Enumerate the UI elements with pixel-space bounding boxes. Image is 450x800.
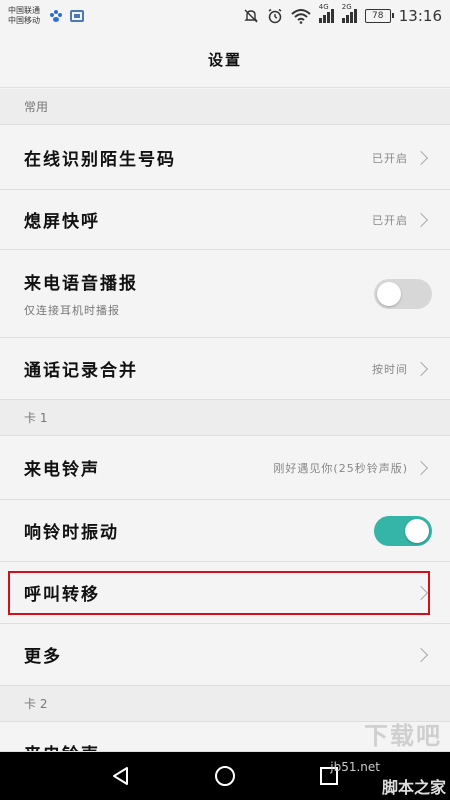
carrier-info: 中国联通 中国移动 [8, 6, 40, 26]
vibrate-toggle[interactable] [374, 515, 432, 546]
baidu-paw-icon [50, 10, 62, 22]
row-subtitle: 仅连接耳机时播报 [24, 304, 120, 317]
row-value: 已开启 [372, 213, 408, 227]
row-ringtone[interactable]: 来电铃声 刚好遇见你(25秒铃声版) [0, 436, 450, 500]
row-label: 更多 [24, 647, 62, 667]
chevron-right-icon [413, 647, 429, 662]
net-type-2: 2G [341, 3, 352, 11]
row-value: 刚好遇见你(25秒铃声版) [273, 461, 408, 475]
battery-level: 78 [372, 11, 384, 21]
page-title: 设置 [207, 51, 242, 69]
mute-icon [244, 9, 258, 23]
row-label: 响铃时振动 [24, 523, 119, 543]
chevron-right-icon [413, 150, 429, 165]
chevron-right-icon [413, 585, 429, 600]
row-value: 已开启 [372, 151, 408, 165]
row-screen-off-quick-call[interactable]: 熄屏快呼 已开启 [0, 190, 450, 250]
row-more[interactable]: 更多 [0, 624, 450, 686]
signal-4g-icon: 4G [318, 3, 334, 23]
back-icon[interactable] [110, 765, 132, 787]
row-identify-unknown-numbers[interactable]: 在线识别陌生号码 已开启 [0, 126, 450, 190]
alarm-icon [268, 8, 282, 24]
chevron-right-icon [413, 212, 429, 227]
row-label: 在线识别陌生号码 [24, 150, 176, 170]
section-label: 常用 [24, 100, 49, 114]
home-icon[interactable] [213, 764, 237, 788]
wifi-icon [291, 9, 311, 24]
section-header-common: 常用 [0, 89, 450, 125]
watermark-site: 脚本之家 [381, 778, 446, 797]
chevron-right-icon [413, 460, 429, 475]
battery-icon: 78 [364, 9, 394, 23]
row-label: 通话记录合并 [24, 361, 138, 381]
row-label: 呼叫转移 [24, 585, 100, 605]
row-label: 来电语音播报 [24, 274, 138, 294]
row-call-log-merge[interactable]: 通话记录合并 按时间 [0, 338, 450, 400]
carrier-2: 中国移动 [8, 16, 40, 25]
watermark-url: jb51.net [330, 760, 380, 774]
chevron-right-icon [413, 361, 429, 376]
row-voice-caller-report: 来电语音播报 仅连接耳机时播报 [0, 250, 450, 338]
row-label: 熄屏快呼 [24, 212, 100, 232]
row-value: 按时间 [372, 362, 408, 376]
row-vibrate-when-ringing: 响铃时振动 [0, 500, 450, 562]
carrier-1: 中国联通 [8, 6, 40, 15]
row-label: 来电铃声 [24, 460, 100, 480]
page-title-bar: 设置 [0, 32, 450, 88]
section-header-card1: 卡 1 [0, 400, 450, 436]
voice-report-toggle[interactable] [374, 278, 432, 309]
section-label: 卡 1 [24, 411, 48, 425]
row-label: 来电铃声 [24, 740, 100, 751]
section-label: 卡 2 [24, 697, 48, 711]
clock: 13:16 [398, 7, 442, 25]
row-call-forwarding[interactable]: 呼叫转移 [0, 562, 450, 624]
net-type-1: 4G [318, 3, 329, 11]
gallery-icon [70, 10, 84, 22]
watermark-logo: 下载吧 [364, 722, 442, 750]
signal-2g-icon: 2G [341, 3, 357, 23]
status-bar: 中国联通 中国移动 4G 2G 78 13:16 [0, 0, 450, 32]
